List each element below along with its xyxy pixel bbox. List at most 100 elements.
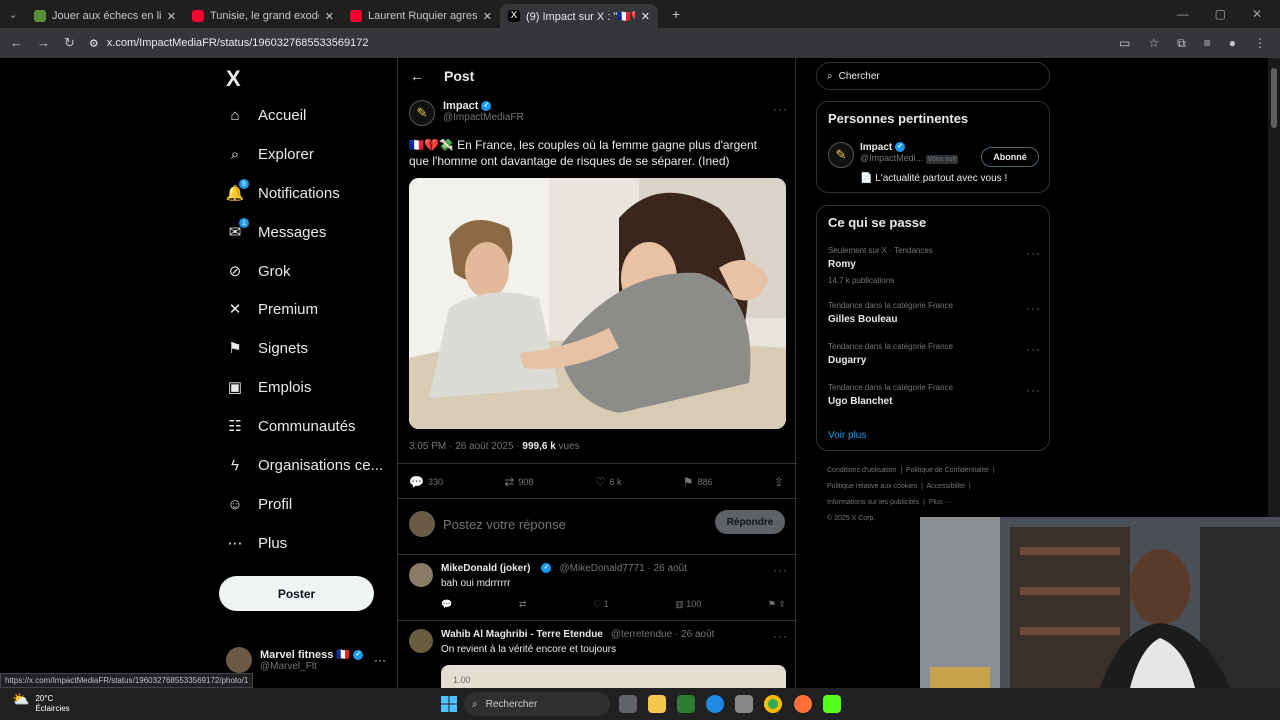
reply-more-icon[interactable]: ··· <box>773 629 788 643</box>
reply-author-handle[interactable]: @MikeDonald7771 · 26 août <box>559 563 686 574</box>
search-input[interactable]: ⌕ Chercher <box>816 62 1050 90</box>
tab-search-icon[interactable]: ⌄ <box>0 8 26 21</box>
trend-more-icon[interactable]: ··· <box>1026 246 1041 260</box>
cookies-link[interactable]: Politique relative aux cookies <box>827 483 917 490</box>
forward-icon[interactable]: → <box>37 35 50 51</box>
more-link[interactable]: Plus ··· <box>929 499 952 506</box>
sidebar-item-grok[interactable]: ⊘ Grok <box>226 256 291 286</box>
reply-button[interactable]: Répondre <box>715 510 785 534</box>
store-icon[interactable] <box>735 695 753 713</box>
profile-icon[interactable]: ● <box>1229 36 1236 51</box>
reading-list-icon[interactable]: ≡ <box>1204 36 1211 51</box>
windows-start-icon[interactable] <box>441 696 457 712</box>
repost-icon[interactable]: ⇄ <box>519 599 527 610</box>
trend-item[interactable]: Tendance dans la catégorie France Dugarr… <box>828 342 1040 366</box>
sidebar-item-communities[interactable]: ☷ Communautés <box>226 411 355 441</box>
close-icon[interactable]: ✕ <box>167 10 176 23</box>
back-arrow-icon[interactable]: ← <box>410 68 424 84</box>
sidebar-item-more[interactable]: ⋯ Plus <box>226 528 288 558</box>
tweet-photo[interactable] <box>409 178 786 429</box>
like-action[interactable]: ♡ 1 <box>593 599 609 610</box>
reply-action[interactable]: 💬 330 <box>409 475 443 489</box>
sidebar-item-home[interactable]: ⌂ Accueil <box>226 100 306 130</box>
reply-item[interactable]: Wahib Al Maghribi - Terre Etendue @terre… <box>409 629 788 669</box>
reply-media[interactable]: 1.00 <box>441 665 786 688</box>
sidebar-item-bookmarks[interactable]: ⚑ Signets <box>226 333 308 363</box>
trend-item[interactable]: Tendance dans la catégorie France Ugo Bl… <box>828 383 1040 407</box>
author-name[interactable]: Impact <box>443 100 478 112</box>
scrollbar-thumb[interactable] <box>1271 68 1277 128</box>
reply-more-icon[interactable]: ··· <box>773 563 788 577</box>
xbox-icon[interactable] <box>677 695 695 713</box>
repost-action[interactable]: ⇄ 908 <box>504 475 533 489</box>
terms-link[interactable]: Conditions d'utilisation <box>827 467 896 474</box>
trend-more-icon[interactable]: ··· <box>1026 342 1041 356</box>
kick-icon[interactable] <box>823 695 841 713</box>
tweet-author[interactable]: ✎ Impact ✓ @ImpactMediaFR <box>409 100 524 126</box>
site-info-icon[interactable]: ⚙ <box>89 37 99 50</box>
window-close-icon[interactable]: ✕ <box>1252 7 1262 21</box>
sidebar-item-jobs[interactable]: ▣ Emplois <box>226 372 311 402</box>
firefox-icon[interactable] <box>794 695 812 713</box>
bookmark-icon[interactable]: ⚑ ⇪ <box>768 599 786 610</box>
bookmark-star-icon[interactable]: ☆ <box>1148 36 1159 51</box>
tab-x-active[interactable]: X (9) Impact sur X : "🇫🇷💔💸 En F ✕ <box>500 4 658 28</box>
more-icon[interactable]: ··· <box>374 653 386 667</box>
close-icon[interactable]: ✕ <box>483 10 492 23</box>
sidebar-item-premium[interactable]: ✕ Premium <box>226 294 318 324</box>
tweet-more-icon[interactable]: ··· <box>773 102 788 116</box>
post-button[interactable]: Poster <box>219 576 374 611</box>
weather-widget[interactable]: ⛅ 20°C Éclaircies <box>12 692 70 714</box>
sidebar-item-profile[interactable]: ☺ Profil <box>226 489 292 519</box>
follow-button[interactable]: Abonné <box>981 147 1039 167</box>
trend-item[interactable]: Seulement sur X · Tendances Romy 14,7 k … <box>828 246 1040 285</box>
cast-icon[interactable]: ▭ <box>1119 36 1130 51</box>
back-icon[interactable]: ← <box>10 35 23 51</box>
reply-author-handle[interactable]: @terretendue · 26 août <box>611 629 715 640</box>
x-logo-icon[interactable]: X <box>226 66 241 92</box>
reply-input[interactable]: Postez votre réponse <box>443 517 566 532</box>
tab-chess[interactable]: Jouer aux échecs en ligne conti ✕ <box>26 4 184 28</box>
author-handle[interactable]: @ImpactMediaFR <box>443 112 524 123</box>
reply-author-name[interactable]: Wahib Al Maghribi - Terre Etendue <box>441 629 603 640</box>
extensions-icon[interactable]: ⧉ <box>1177 36 1186 51</box>
trend-more-icon[interactable]: ··· <box>1026 383 1041 397</box>
maximize-icon[interactable]: ▢ <box>1215 7 1226 21</box>
accessibility-link[interactable]: Accessibilité <box>927 483 966 490</box>
taskbar-search[interactable]: ⌕ Rechercher <box>464 692 610 716</box>
task-view-icon[interactable] <box>619 695 637 713</box>
tab-youtube-1[interactable]: Tunisie, le grand exode des mé ✕ <box>184 4 342 28</box>
impact-avatar[interactable]: ✎ <box>828 142 854 168</box>
sidebar-item-explore[interactable]: ⌕ Explorer <box>226 139 314 169</box>
ads-info-link[interactable]: Informations sur les publicités <box>827 499 919 506</box>
share-action[interactable]: ⇪ <box>774 475 784 489</box>
sidebar-item-organizations[interactable]: ϟ Organisations ce... <box>226 450 383 480</box>
reply-icon[interactable]: 💬 <box>441 599 452 610</box>
trend-more-icon[interactable]: ··· <box>1026 301 1041 315</box>
close-icon[interactable]: ✕ <box>641 10 650 23</box>
sidebar-item-label: Explorer <box>258 145 314 163</box>
chrome-icon[interactable] <box>764 695 782 713</box>
views-action[interactable]: ▥ 100 <box>675 599 701 610</box>
impact-avatar[interactable]: ✎ <box>409 100 435 126</box>
sidebar-item-messages[interactable]: ✉ 1 Messages <box>226 217 326 247</box>
tweet-time[interactable]: 3:05 PM · 26 août 2025 · <box>409 441 522 452</box>
trend-item[interactable]: Tendance dans la catégorie France Gilles… <box>828 301 1040 325</box>
like-action[interactable]: ♡ 6 k <box>595 475 622 489</box>
new-tab-icon[interactable]: + <box>658 6 680 22</box>
file-explorer-icon[interactable] <box>648 695 666 713</box>
edge-icon[interactable] <box>706 695 724 713</box>
reply-author-name[interactable]: MikeDonald (joker) <box>441 563 530 574</box>
menu-icon[interactable]: ⋮ <box>1254 36 1266 51</box>
relevant-account[interactable]: ✎ Impact ✓ @ImpactMedi... Vous suit <box>828 142 959 168</box>
reload-icon[interactable]: ↻ <box>64 35 75 51</box>
privacy-link[interactable]: Politique de Confidentialité <box>906 467 989 474</box>
show-more-link[interactable]: Voir plus <box>828 430 866 441</box>
tab-youtube-2[interactable]: Laurent Ruquier agresse un ✕ <box>342 4 500 28</box>
minimize-icon[interactable]: — <box>1177 7 1189 21</box>
bookmark-action[interactable]: ⚑ 886 <box>683 475 713 489</box>
verified-icon: ✓ <box>481 101 492 112</box>
sidebar-item-notifications[interactable]: 🔔 5 Notifications <box>226 178 340 208</box>
url-field[interactable]: ⚙ x.com/ImpactMediaFR/status/19603276855… <box>89 37 369 50</box>
close-icon[interactable]: ✕ <box>325 10 334 23</box>
